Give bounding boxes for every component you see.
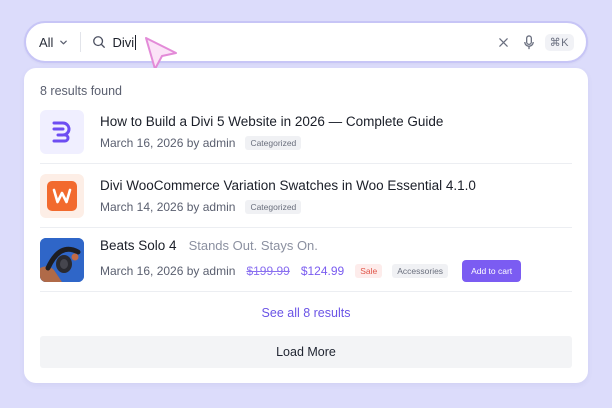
load-more-button[interactable]: Load More [40, 336, 572, 368]
category-badge: Categorized [245, 136, 302, 150]
clear-search-button[interactable] [498, 37, 509, 48]
search-widget-stage: All Divi ⌘K 8 results found How to Build… [0, 0, 612, 408]
headphones-product-image [40, 238, 84, 282]
close-icon [498, 37, 508, 47]
product-tagline: Stands Out. Stays On. [188, 238, 318, 253]
result-author: by admin [186, 264, 236, 278]
result-divider [40, 227, 572, 228]
woo-essential-logo-icon [40, 174, 84, 218]
result-title: Beats Solo 4 [100, 238, 177, 253]
search-actions: ⌘K [498, 33, 586, 51]
result-divider [40, 291, 572, 292]
divi-logo-icon [40, 110, 84, 154]
result-item[interactable]: Beats Solo 4 Stands Out. Stays On. March… [40, 229, 572, 291]
result-author: by admin [186, 136, 236, 150]
result-author: by admin [186, 200, 236, 214]
search-input[interactable]: Divi [112, 34, 137, 50]
add-to-cart-button[interactable]: Add to cart [462, 260, 522, 282]
scope-divider [80, 32, 82, 52]
see-all-results-link[interactable]: See all 8 results [24, 306, 588, 320]
results-count: 8 results found [40, 84, 122, 98]
category-badge: Categorized [245, 200, 302, 214]
result-title: Divi WooCommerce Variation Swatches in W… [100, 178, 476, 193]
sale-badge: Sale [355, 264, 383, 278]
text-caret [135, 34, 137, 50]
sale-price: $124.99 [300, 264, 345, 278]
microphone-icon [523, 34, 534, 49]
voice-search-button[interactable] [523, 34, 535, 50]
scope-dropdown[interactable]: All [26, 23, 80, 61]
result-date: March 14, 2026 [100, 200, 184, 214]
result-date: March 16, 2026 [100, 136, 184, 150]
category-badge: Accessories [392, 264, 449, 278]
result-date: March 16, 2026 [100, 264, 184, 278]
result-divider [40, 163, 572, 164]
chevron-down-icon [59, 38, 68, 47]
search-bar: All Divi ⌘K [24, 21, 588, 63]
search-icon [92, 35, 106, 49]
scope-label: All [39, 34, 54, 50]
result-title: How to Build a Divi 5 Website in 2026 — … [100, 114, 444, 129]
keyboard-shortcut-hint: ⌘K [544, 33, 574, 51]
result-item[interactable]: How to Build a Divi 5 Website in 2026 — … [40, 101, 572, 163]
result-item[interactable]: Divi WooCommerce Variation Swatches in W… [40, 165, 572, 227]
results-panel: 8 results found How to Build a Divi 5 We… [24, 68, 588, 383]
search-query-text: Divi [112, 34, 135, 50]
original-price: $199.99 [246, 264, 290, 278]
